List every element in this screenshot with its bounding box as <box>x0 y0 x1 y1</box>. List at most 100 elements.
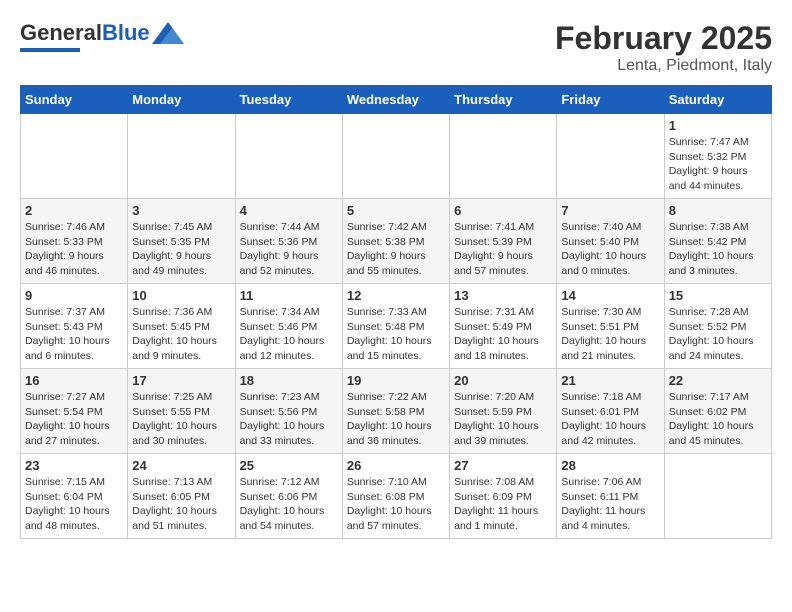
day-info: Sunrise: 7:34 AM Sunset: 5:46 PM Dayligh… <box>240 305 338 364</box>
calendar-cell: 5 Sunrise: 7:42 AM Sunset: 5:38 PM Daylig… <box>342 199 449 284</box>
calendar-cell: 24 Sunrise: 7:13 AM Sunset: 6:05 PM Dayli… <box>128 454 235 539</box>
calendar-cell: 26 Sunrise: 7:10 AM Sunset: 6:08 PM Dayli… <box>342 454 449 539</box>
page-header: GeneralBlue February 2025 Lenta, Piedmon… <box>20 20 772 75</box>
calendar-cell <box>128 114 235 199</box>
calendar-week-4: 23 Sunrise: 7:15 AM Sunset: 6:04 PM Dayli… <box>21 454 772 539</box>
logo-blue: Blue <box>102 20 150 45</box>
calendar-table: SundayMondayTuesdayWednesdayThursdayFrid… <box>20 85 772 539</box>
calendar-cell <box>342 114 449 199</box>
calendar-cell: 11 Sunrise: 7:34 AM Sunset: 5:46 PM Dayli… <box>235 284 342 369</box>
day-info: Sunrise: 7:44 AM Sunset: 5:36 PM Dayligh… <box>240 220 338 279</box>
day-info: Sunrise: 7:40 AM Sunset: 5:40 PM Dayligh… <box>561 220 659 279</box>
calendar-cell: 8 Sunrise: 7:38 AM Sunset: 5:42 PM Daylig… <box>664 199 771 284</box>
day-number: 25 <box>240 458 338 473</box>
day-info: Sunrise: 7:45 AM Sunset: 5:35 PM Dayligh… <box>132 220 230 279</box>
calendar-cell: 18Sunrise: 7:23 AM Sunset: 5:56 PM Dayli… <box>235 369 342 454</box>
calendar-cell: 13Sunrise: 7:31 AM Sunset: 5:49 PM Dayli… <box>450 284 557 369</box>
day-number: 27 <box>454 458 552 473</box>
calendar-cell: 23 Sunrise: 7:15 AM Sunset: 6:04 PM Dayli… <box>21 454 128 539</box>
calendar-cell <box>450 114 557 199</box>
day-info: Sunrise: 7:18 AM Sunset: 6:01 PM Dayligh… <box>561 390 659 449</box>
calendar-header: SundayMondayTuesdayWednesdayThursdayFrid… <box>21 86 772 114</box>
day-number: 21 <box>561 373 659 388</box>
page-title: February 2025 <box>555 20 772 57</box>
day-info: Sunrise: 7:12 AM Sunset: 6:06 PM Dayligh… <box>240 475 338 534</box>
day-info: Sunrise: 7:46 AM Sunset: 5:33 PM Dayligh… <box>25 220 123 279</box>
day-info: Sunrise: 7:13 AM Sunset: 6:05 PM Dayligh… <box>132 475 230 534</box>
calendar-week-3: 16Sunrise: 7:27 AM Sunset: 5:54 PM Dayli… <box>21 369 772 454</box>
calendar-cell: 9 Sunrise: 7:37 AM Sunset: 5:43 PM Daylig… <box>21 284 128 369</box>
day-number: 16 <box>25 373 123 388</box>
day-info: Sunrise: 7:38 AM Sunset: 5:42 PM Dayligh… <box>669 220 767 279</box>
calendar-cell: 3 Sunrise: 7:45 AM Sunset: 5:35 PM Daylig… <box>128 199 235 284</box>
weekday-header-monday: Monday <box>128 86 235 114</box>
day-info: Sunrise: 7:22 AM Sunset: 5:58 PM Dayligh… <box>347 390 445 449</box>
day-info: Sunrise: 7:42 AM Sunset: 5:38 PM Dayligh… <box>347 220 445 279</box>
day-number: 7 <box>561 203 659 218</box>
day-number: 20 <box>454 373 552 388</box>
calendar-cell: 10Sunrise: 7:36 AM Sunset: 5:45 PM Dayli… <box>128 284 235 369</box>
logo-text: GeneralBlue <box>20 20 150 46</box>
day-number: 22 <box>669 373 767 388</box>
day-number: 6 <box>454 203 552 218</box>
calendar-body: 1Sunrise: 7:47 AM Sunset: 5:32 PM Daylig… <box>21 114 772 539</box>
day-number: 14 <box>561 288 659 303</box>
day-number: 23 <box>25 458 123 473</box>
calendar-cell: 20 Sunrise: 7:20 AM Sunset: 5:59 PM Dayli… <box>450 369 557 454</box>
calendar-cell: 25 Sunrise: 7:12 AM Sunset: 6:06 PM Dayli… <box>235 454 342 539</box>
calendar-cell: 2 Sunrise: 7:46 AM Sunset: 5:33 PM Daylig… <box>21 199 128 284</box>
day-info: Sunrise: 7:33 AM Sunset: 5:48 PM Dayligh… <box>347 305 445 364</box>
day-number: 19 <box>347 373 445 388</box>
day-info: Sunrise: 7:15 AM Sunset: 6:04 PM Dayligh… <box>25 475 123 534</box>
calendar-cell: 21 Sunrise: 7:18 AM Sunset: 6:01 PM Dayli… <box>557 369 664 454</box>
day-number: 4 <box>240 203 338 218</box>
day-number: 5 <box>347 203 445 218</box>
day-info: Sunrise: 7:25 AM Sunset: 5:55 PM Dayligh… <box>132 390 230 449</box>
weekday-header-wednesday: Wednesday <box>342 86 449 114</box>
calendar-cell: 6 Sunrise: 7:41 AM Sunset: 5:39 PM Daylig… <box>450 199 557 284</box>
calendar-cell: 19 Sunrise: 7:22 AM Sunset: 5:58 PM Dayli… <box>342 369 449 454</box>
logo-underline <box>20 48 80 52</box>
calendar-cell <box>21 114 128 199</box>
day-info: Sunrise: 7:17 AM Sunset: 6:02 PM Dayligh… <box>669 390 767 449</box>
day-info: Sunrise: 7:37 AM Sunset: 5:43 PM Dayligh… <box>25 305 123 364</box>
day-info: Sunrise: 7:30 AM Sunset: 5:51 PM Dayligh… <box>561 305 659 364</box>
calendar-cell: 4 Sunrise: 7:44 AM Sunset: 5:36 PM Daylig… <box>235 199 342 284</box>
calendar-cell: 15Sunrise: 7:28 AM Sunset: 5:52 PM Dayli… <box>664 284 771 369</box>
calendar-week-1: 2 Sunrise: 7:46 AM Sunset: 5:33 PM Daylig… <box>21 199 772 284</box>
day-number: 2 <box>25 203 123 218</box>
day-info: Sunrise: 7:10 AM Sunset: 6:08 PM Dayligh… <box>347 475 445 534</box>
calendar-cell: 17 Sunrise: 7:25 AM Sunset: 5:55 PM Dayli… <box>128 369 235 454</box>
day-number: 18 <box>240 373 338 388</box>
calendar-cell <box>664 454 771 539</box>
day-info: Sunrise: 7:06 AM Sunset: 6:11 PM Dayligh… <box>561 475 659 534</box>
day-number: 24 <box>132 458 230 473</box>
weekday-header-friday: Friday <box>557 86 664 114</box>
calendar-cell: 28 Sunrise: 7:06 AM Sunset: 6:11 PM Dayli… <box>557 454 664 539</box>
weekday-header-saturday: Saturday <box>664 86 771 114</box>
weekday-header-thursday: Thursday <box>450 86 557 114</box>
title-area: February 2025 Lenta, Piedmont, Italy <box>555 20 772 75</box>
calendar-cell: 1Sunrise: 7:47 AM Sunset: 5:32 PM Daylig… <box>664 114 771 199</box>
day-number: 12 <box>347 288 445 303</box>
day-number: 28 <box>561 458 659 473</box>
calendar-cell: 16Sunrise: 7:27 AM Sunset: 5:54 PM Dayli… <box>21 369 128 454</box>
day-number: 9 <box>25 288 123 303</box>
calendar-cell: 22 Sunrise: 7:17 AM Sunset: 6:02 PM Dayli… <box>664 369 771 454</box>
logo-icon <box>152 22 184 44</box>
day-number: 11 <box>240 288 338 303</box>
day-info: Sunrise: 7:41 AM Sunset: 5:39 PM Dayligh… <box>454 220 552 279</box>
day-number: 17 <box>132 373 230 388</box>
calendar-cell: 27Sunrise: 7:08 AM Sunset: 6:09 PM Dayli… <box>450 454 557 539</box>
day-number: 26 <box>347 458 445 473</box>
calendar-cell <box>235 114 342 199</box>
weekday-header-sunday: Sunday <box>21 86 128 114</box>
day-number: 1 <box>669 118 767 133</box>
day-info: Sunrise: 7:20 AM Sunset: 5:59 PM Dayligh… <box>454 390 552 449</box>
weekday-header-tuesday: Tuesday <box>235 86 342 114</box>
day-number: 3 <box>132 203 230 218</box>
calendar-week-2: 9 Sunrise: 7:37 AM Sunset: 5:43 PM Daylig… <box>21 284 772 369</box>
day-info: Sunrise: 7:28 AM Sunset: 5:52 PM Dayligh… <box>669 305 767 364</box>
day-info: Sunrise: 7:31 AM Sunset: 5:49 PM Dayligh… <box>454 305 552 364</box>
day-number: 8 <box>669 203 767 218</box>
